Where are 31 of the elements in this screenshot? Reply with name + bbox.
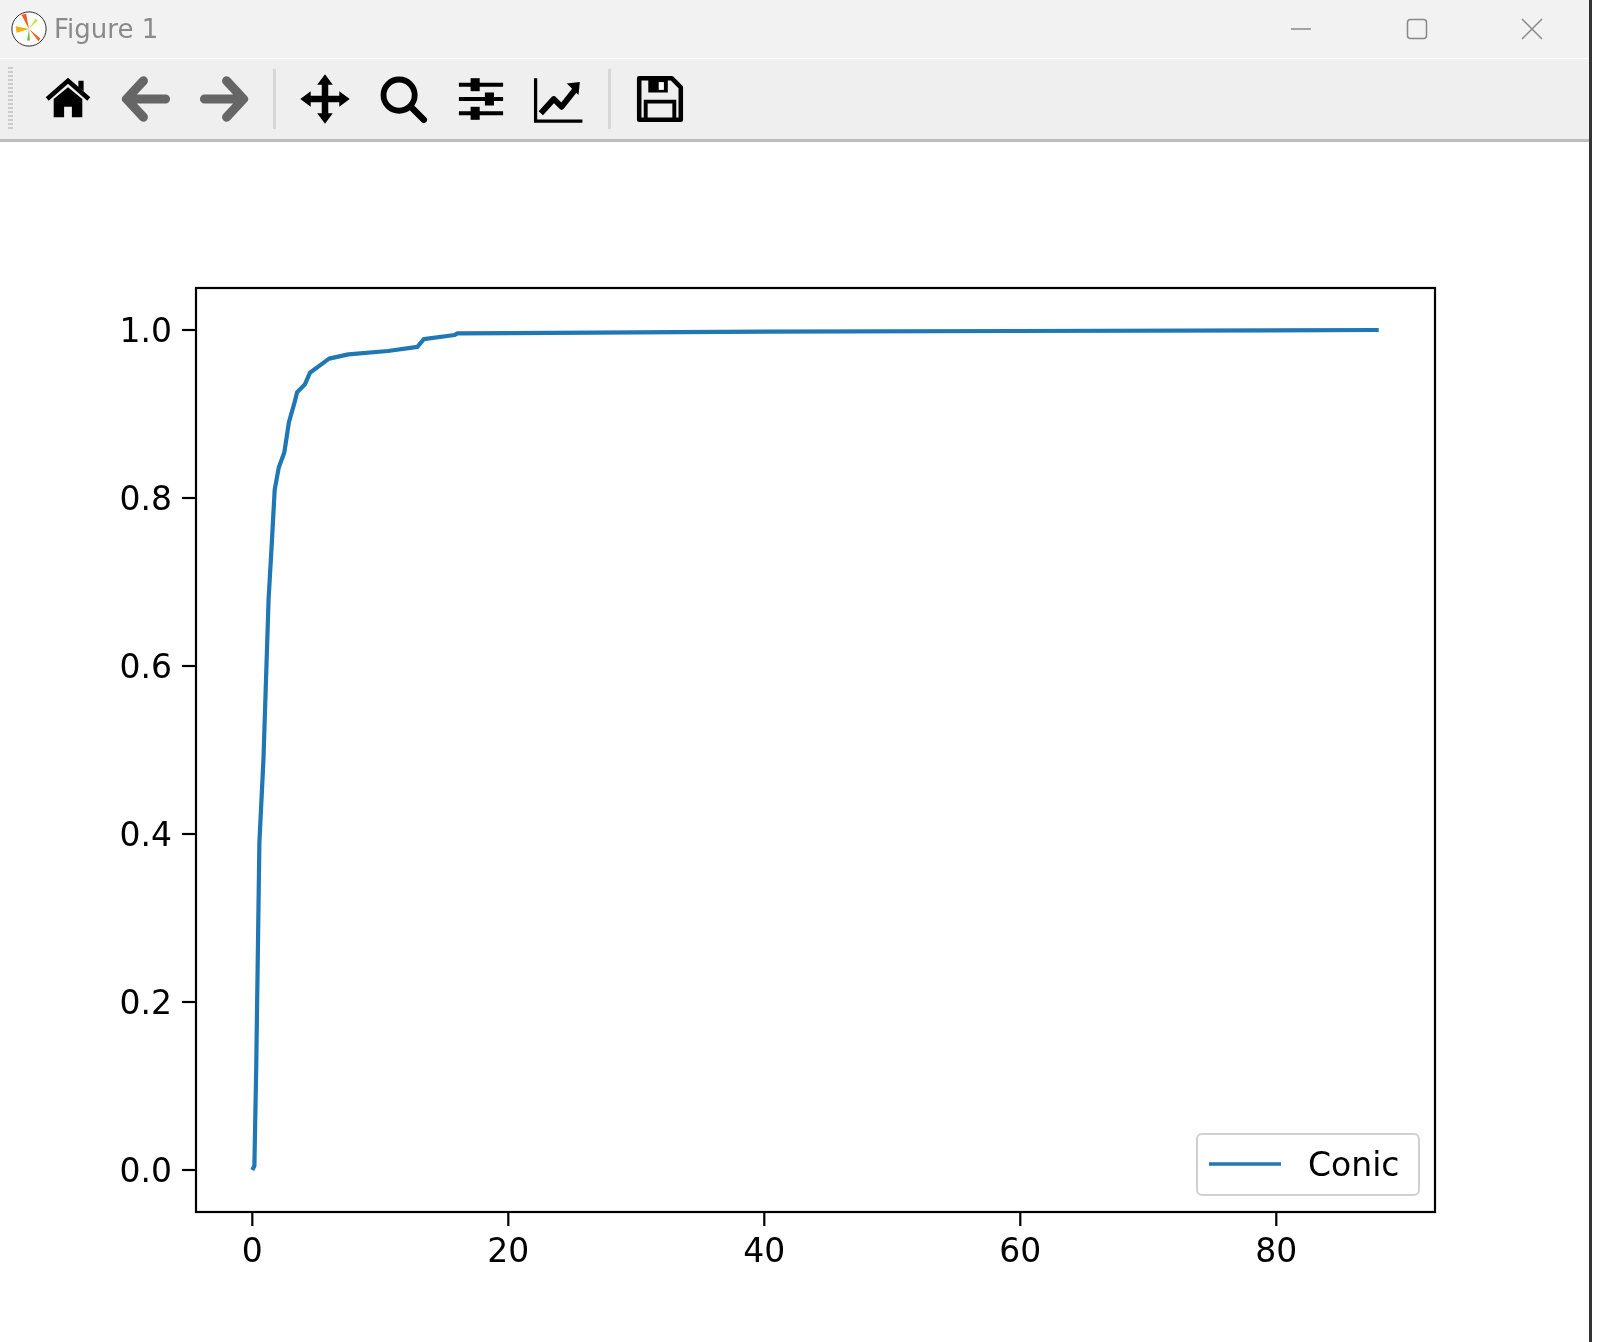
tick-label: 60 [999, 1231, 1042, 1270]
tick-mark [507, 1212, 510, 1226]
tick-label: 0.0 [119, 1151, 172, 1190]
tick-label: 0.6 [119, 647, 172, 686]
tick-mark [1019, 1212, 1022, 1226]
tick-label: 20 [487, 1231, 530, 1270]
legend-label: Conic [1308, 1145, 1400, 1184]
tick-label: 0.4 [119, 815, 172, 854]
tick-mark [182, 664, 196, 668]
tick-mark [251, 1212, 254, 1226]
close-icon [1519, 17, 1544, 41]
tick-label: 0.2 [119, 983, 172, 1022]
tick-mark [1275, 1212, 1278, 1226]
tick-mark [182, 832, 196, 836]
tick-label: 40 [743, 1231, 786, 1270]
minimize-icon [1290, 27, 1313, 31]
maximize-icon [1405, 18, 1428, 40]
tick-label: 80 [1255, 1231, 1298, 1270]
left-arrow-icon [120, 73, 172, 125]
four-way-arrow-icon [299, 73, 351, 125]
tick-mark [763, 1212, 766, 1226]
tick-label: 1.0 [119, 311, 172, 350]
tick-mark [182, 1000, 196, 1004]
app-logo-icon [10, 10, 48, 48]
tick-mark [182, 1168, 196, 1172]
tick-label: 0 [241, 1231, 263, 1270]
tick-mark [182, 328, 196, 332]
window-title: Figure 1 [54, 14, 159, 44]
tick-label: 0.8 [119, 479, 172, 518]
right-arrow-icon [198, 73, 250, 125]
tick-mark [182, 496, 196, 500]
